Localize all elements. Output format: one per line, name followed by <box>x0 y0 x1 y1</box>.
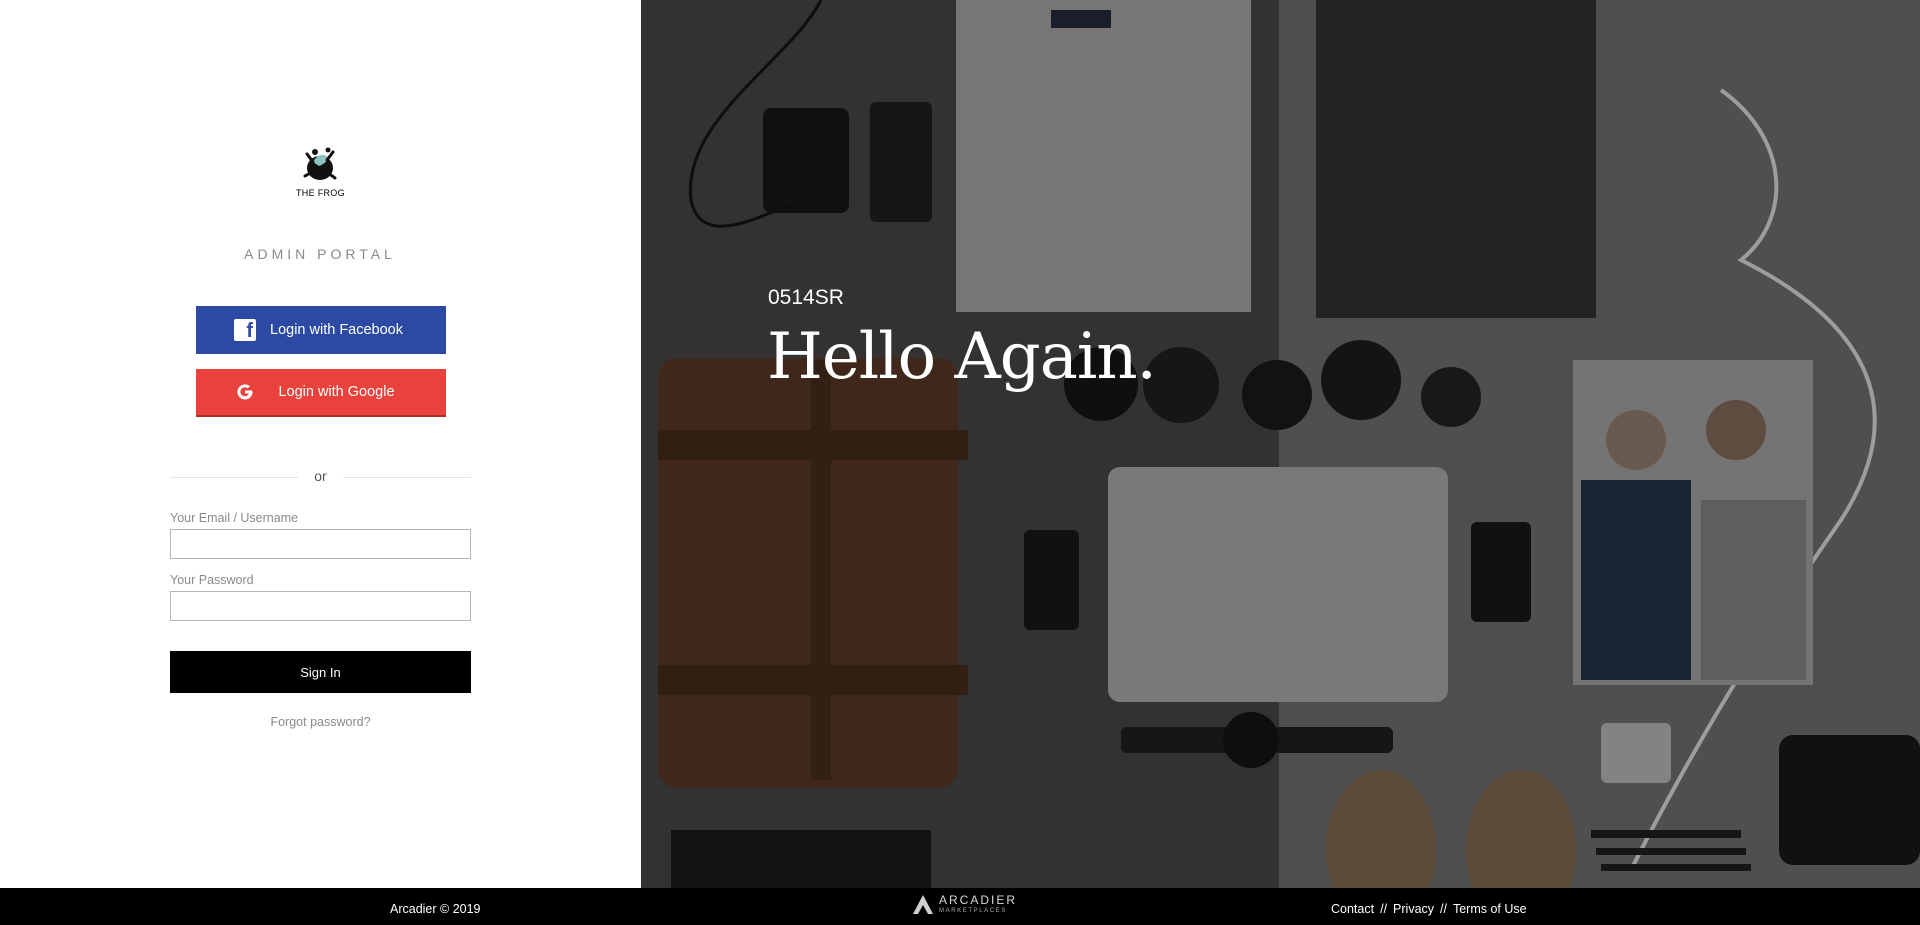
forgot-password-link[interactable]: Forgot password? <box>170 715 471 729</box>
footer-link-privacy[interactable]: Privacy <box>1393 902 1434 916</box>
email-label: Your Email / Username <box>170 511 299 525</box>
footer-link-terms[interactable]: Terms of Use <box>1453 902 1527 916</box>
footer-copyright: Arcadier © 2019 <box>390 902 481 916</box>
google-button-label: Login with Google <box>278 384 395 400</box>
frog-logo-icon <box>303 147 337 180</box>
footer-separator: // <box>1440 902 1447 916</box>
facebook-button-label: Login with Facebook <box>270 322 403 338</box>
brand-subtitle: MARKETPLACES <box>939 908 1007 914</box>
arcadier-logo-icon <box>913 895 933 914</box>
hero-code: 0514SR <box>768 286 844 309</box>
google-icon <box>233 380 257 404</box>
portal-title: ADMIN PORTAL <box>244 246 396 262</box>
facebook-icon: f <box>233 318 257 342</box>
hero-title: Hello Again. <box>767 320 1157 394</box>
password-input[interactable] <box>170 591 471 621</box>
footer-link-contact[interactable]: Contact <box>1331 902 1374 916</box>
arcadier-logo: ARCADIER MARKETPLACES <box>912 893 1017 915</box>
logo-text: THE FROG <box>296 188 345 198</box>
frog-logo: THE FROG <box>296 142 345 204</box>
or-divider: or <box>170 467 471 487</box>
sign-in-button[interactable]: Sign In <box>170 651 471 693</box>
divider-line-right <box>343 477 471 478</box>
brand-name: ARCADIER <box>939 893 1018 907</box>
login-google-button[interactable]: Login with Google <box>196 369 446 417</box>
login-facebook-button[interactable]: f Login with Facebook <box>196 306 446 354</box>
footer-separator: // <box>1380 902 1388 916</box>
hero-photo <box>641 0 1920 888</box>
footer-links: Contact // Privacy // Terms of Use <box>1331 902 1527 916</box>
password-label: Your Password <box>170 573 254 587</box>
email-input[interactable] <box>170 529 471 559</box>
divider-text: or <box>314 468 327 484</box>
login-panel: THE FROG ADMIN PORTAL f Login with Faceb… <box>0 0 641 888</box>
footer: Arcadier © 2019 ARCADIER MARKETPLACES Co… <box>0 888 1920 925</box>
hero-background: 0514SR Hello Again. <box>641 0 1920 888</box>
